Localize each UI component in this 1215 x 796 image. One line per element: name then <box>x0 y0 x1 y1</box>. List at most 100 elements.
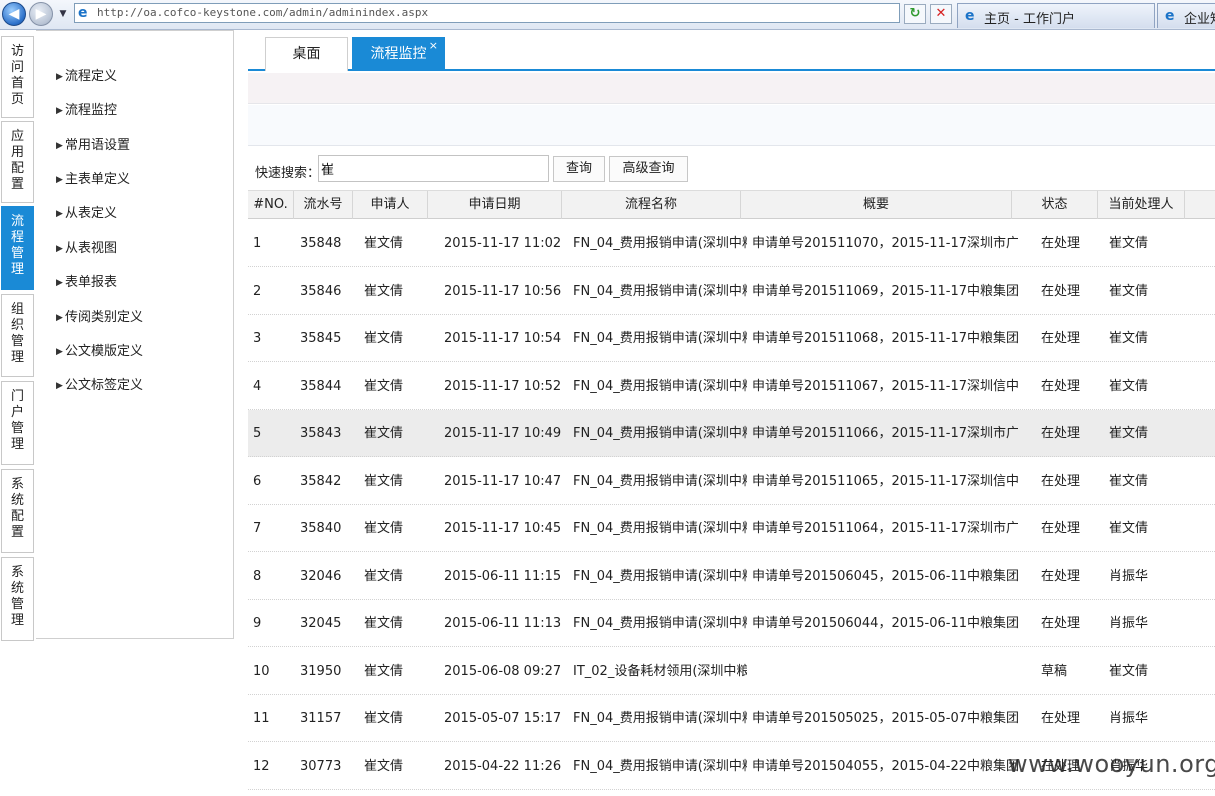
nav-item-label: 组织管理 <box>10 302 24 365</box>
close-icon[interactable]: × <box>429 36 438 56</box>
column-header-no[interactable]: #NO. <box>248 191 294 219</box>
cell-process-name: FN_04_费用报销申请(深圳中粮 <box>573 473 747 489</box>
tab-desktop[interactable]: 桌面 <box>265 37 348 71</box>
stop-icon: ✕ <box>935 6 947 21</box>
column-header-date[interactable]: 申请日期 <box>428 191 562 219</box>
cell-date: 2015-04-22 11:26 <box>444 758 562 774</box>
table-row[interactable]: 1 35848 崔文倩 2015-11-17 11:02 FN_04_费用报销申请(深圳… <box>248 220 1215 267</box>
nav-item-portal-management[interactable]: 门户管理 <box>1 381 34 465</box>
submenu-item-label: 公文标签定义 <box>65 378 144 393</box>
column-header-handler[interactable]: 当前处理人 <box>1098 191 1185 219</box>
search-input[interactable] <box>318 155 549 182</box>
cell-summary: 申请单号201511067，2015-11-17深圳信中 <box>752 378 1018 394</box>
triangle-right-icon: ▶ <box>56 175 63 185</box>
table-row[interactable]: 2 35846 崔文倩 2015-11-17 10:56 FN_04_费用报销申请(深圳… <box>248 267 1215 315</box>
triangle-right-icon: ▶ <box>56 106 63 116</box>
table-row[interactable]: 8 32046 崔文倩 2015-06-11 11:15 FN_04_费用报销申请(深圳… <box>248 552 1215 600</box>
triangle-right-icon: ▶ <box>56 244 63 254</box>
cell-summary: 申请单号201511068，2015-11-17中粮集团 <box>752 331 1018 346</box>
stop-button[interactable]: ✕ <box>930 4 952 24</box>
table-row[interactable]: 10 31950 崔文倩 2015-06-08 09:27 IT_02_设备耗材领用(深… <box>248 647 1215 695</box>
cell-status: 在处理 <box>1041 236 1081 251</box>
cell-no: 9 <box>253 616 262 631</box>
forward-button[interactable]: ▶ <box>29 2 53 26</box>
nav-item-label: 流程管理 <box>10 214 24 277</box>
submenu-item-circulation-type[interactable]: ▶ 传阅类别定义 <box>56 308 143 328</box>
column-header-status[interactable]: 状态 <box>1012 191 1098 219</box>
cell-handler: 崔文倩 <box>1109 378 1149 394</box>
cell-serial: 31950 <box>300 663 342 679</box>
cell-serial: 35842 <box>300 473 342 489</box>
column-header-serial[interactable]: 流水号 <box>294 191 353 219</box>
cell-serial: 35844 <box>300 378 342 394</box>
cell-serial: 31157 <box>300 711 342 726</box>
submenu-item-common-phrases[interactable]: ▶ 常用语设置 <box>56 136 130 156</box>
nav-item-app-config[interactable]: 应用配置 <box>1 121 34 203</box>
table-row[interactable]: 7 35840 崔文倩 2015-11-17 10:45 FN_04_费用报销申请(深圳… <box>248 505 1215 552</box>
cell-handler: 崔文倩 <box>1109 236 1149 251</box>
submenu-item-document-tag[interactable]: ▶ 公文标签定义 <box>56 376 143 396</box>
nav-item-label: 系统管理 <box>10 565 24 628</box>
refresh-button[interactable]: ↻ <box>904 4 926 24</box>
table-row[interactable]: 3 35845 崔文倩 2015-11-17 10:54 FN_04_费用报销申请(深圳… <box>248 315 1215 362</box>
submenu-panel: ▶ 流程定义 ▶ 流程监控 ▶ 常用语设置 ▶ 主表单定义 ▶ 从表定义 ▶ 从表视图 ▶ 表… <box>36 30 234 639</box>
app-tab-bar: 桌面 流程监控 × <box>248 30 1215 71</box>
nav-item-process-management[interactable]: 流程管理 <box>1 206 34 290</box>
table-row[interactable]: 9 32045 崔文倩 2015-06-11 11:13 FN_04_费用报销申请(深圳… <box>248 600 1215 647</box>
submenu-item-document-template[interactable]: ▶ 公文模版定义 <box>56 342 143 362</box>
cell-date: 2015-11-17 10:45 <box>444 521 562 536</box>
submenu-item-sub-view[interactable]: ▶ 从表视图 <box>56 239 117 259</box>
address-url[interactable]: http://oa.cofco-keystone.com/admin/admin… <box>97 6 428 19</box>
cell-date: 2015-06-08 09:27 <box>444 663 562 679</box>
submenu-item-label: 传阅类别定义 <box>65 310 144 325</box>
cell-summary: 申请单号201506045，2015-06-11中粮集团 <box>752 568 1018 584</box>
cell-serial: 35848 <box>300 236 342 251</box>
column-header-process-name[interactable]: 流程名称 <box>562 191 741 219</box>
back-button[interactable]: ◀ <box>2 2 26 26</box>
submenu-item-sub-table[interactable]: ▶ 从表定义 <box>56 204 117 224</box>
browser-tab-enterprise[interactable]: e 企业知 <box>1157 3 1215 28</box>
nav-item-system-config[interactable]: 系统配置 <box>1 469 34 553</box>
browser-tab-home[interactable]: e 主页 - 工作门户 <box>957 3 1155 28</box>
nav-item-system-management[interactable]: 系统管理 <box>1 557 34 641</box>
cell-serial: 35843 <box>300 426 342 441</box>
submenu-item-process-definition[interactable]: ▶ 流程定义 <box>56 67 117 87</box>
refresh-icon: ↻ <box>909 6 921 21</box>
cell-status: 在处理 <box>1041 473 1081 489</box>
cell-status: 在处理 <box>1041 711 1081 726</box>
cell-summary: 申请单号201511064，2015-11-17深圳市广 <box>752 521 1018 536</box>
query-button[interactable]: 查询 <box>553 156 605 182</box>
table-row[interactable]: 6 35842 崔文倩 2015-11-17 10:47 FN_04_费用报销申请(深圳… <box>248 457 1215 505</box>
cell-handler: 肖振华 <box>1109 711 1149 726</box>
triangle-right-icon: ▶ <box>56 381 63 391</box>
history-dropdown-button[interactable]: ▼ <box>56 6 70 22</box>
column-header-summary[interactable]: 概要 <box>741 191 1012 219</box>
submenu-item-main-form[interactable]: ▶ 主表单定义 <box>56 170 130 190</box>
nav-item-label: 门户管理 <box>10 389 24 452</box>
nav-item-home[interactable]: 访问首页 <box>1 36 34 118</box>
cell-date: 2015-11-17 10:47 <box>444 473 562 489</box>
advanced-query-button[interactable]: 高级查询 <box>609 156 688 182</box>
submenu-item-label: 主表单定义 <box>65 172 131 187</box>
nav-item-org-management[interactable]: 组织管理 <box>1 294 34 377</box>
tab-process-monitor[interactable]: 流程监控 × <box>352 37 445 71</box>
ie-page-icon: e <box>965 8 975 24</box>
submenu-item-process-monitor[interactable]: ▶ 流程监控 <box>56 101 117 121</box>
submenu-item-label: 流程定义 <box>65 69 118 84</box>
cell-summary: 申请单号201511066，2015-11-17深圳市广 <box>752 426 1018 441</box>
nav-item-label: 访问首页 <box>10 44 24 107</box>
quick-search-row: 快速搜索： 查询 高级查询 <box>248 154 1215 184</box>
table-row[interactable]: 4 35844 崔文倩 2015-11-17 10:52 FN_04_费用报销申请(深圳… <box>248 362 1215 410</box>
cell-status: 在处理 <box>1041 521 1081 536</box>
table-row[interactable]: 11 31157 崔文倩 2015-05-07 15:17 FN_04_费用报销申请(深… <box>248 695 1215 742</box>
main-content: 桌面 流程监控 × 快速搜索： 查询 高级查询 #NO. 流水号 申请人 申请日… <box>248 30 1215 796</box>
left-nav: 访问首页 应用配置 流程管理 组织管理 门户管理 系统配置 系统管理 <box>0 30 36 796</box>
cell-applicant: 崔文倩 <box>364 473 404 489</box>
address-bar[interactable]: e http://oa.cofco-keystone.com/admin/adm… <box>74 3 972 25</box>
cell-process-name: FN_04_费用报销申请(深圳中粮 <box>573 331 747 346</box>
table-row[interactable]: 5 35843 崔文倩 2015-11-17 10:49 FN_04_费用报销申请(深圳… <box>248 410 1215 457</box>
column-header-applicant[interactable]: 申请人 <box>353 191 428 219</box>
submenu-item-form-report[interactable]: ▶ 表单报表 <box>56 273 117 293</box>
cell-summary: 申请单号201505025，2015-05-07中粮集团 <box>752 711 1018 726</box>
nav-item-label: 系统配置 <box>10 477 24 540</box>
